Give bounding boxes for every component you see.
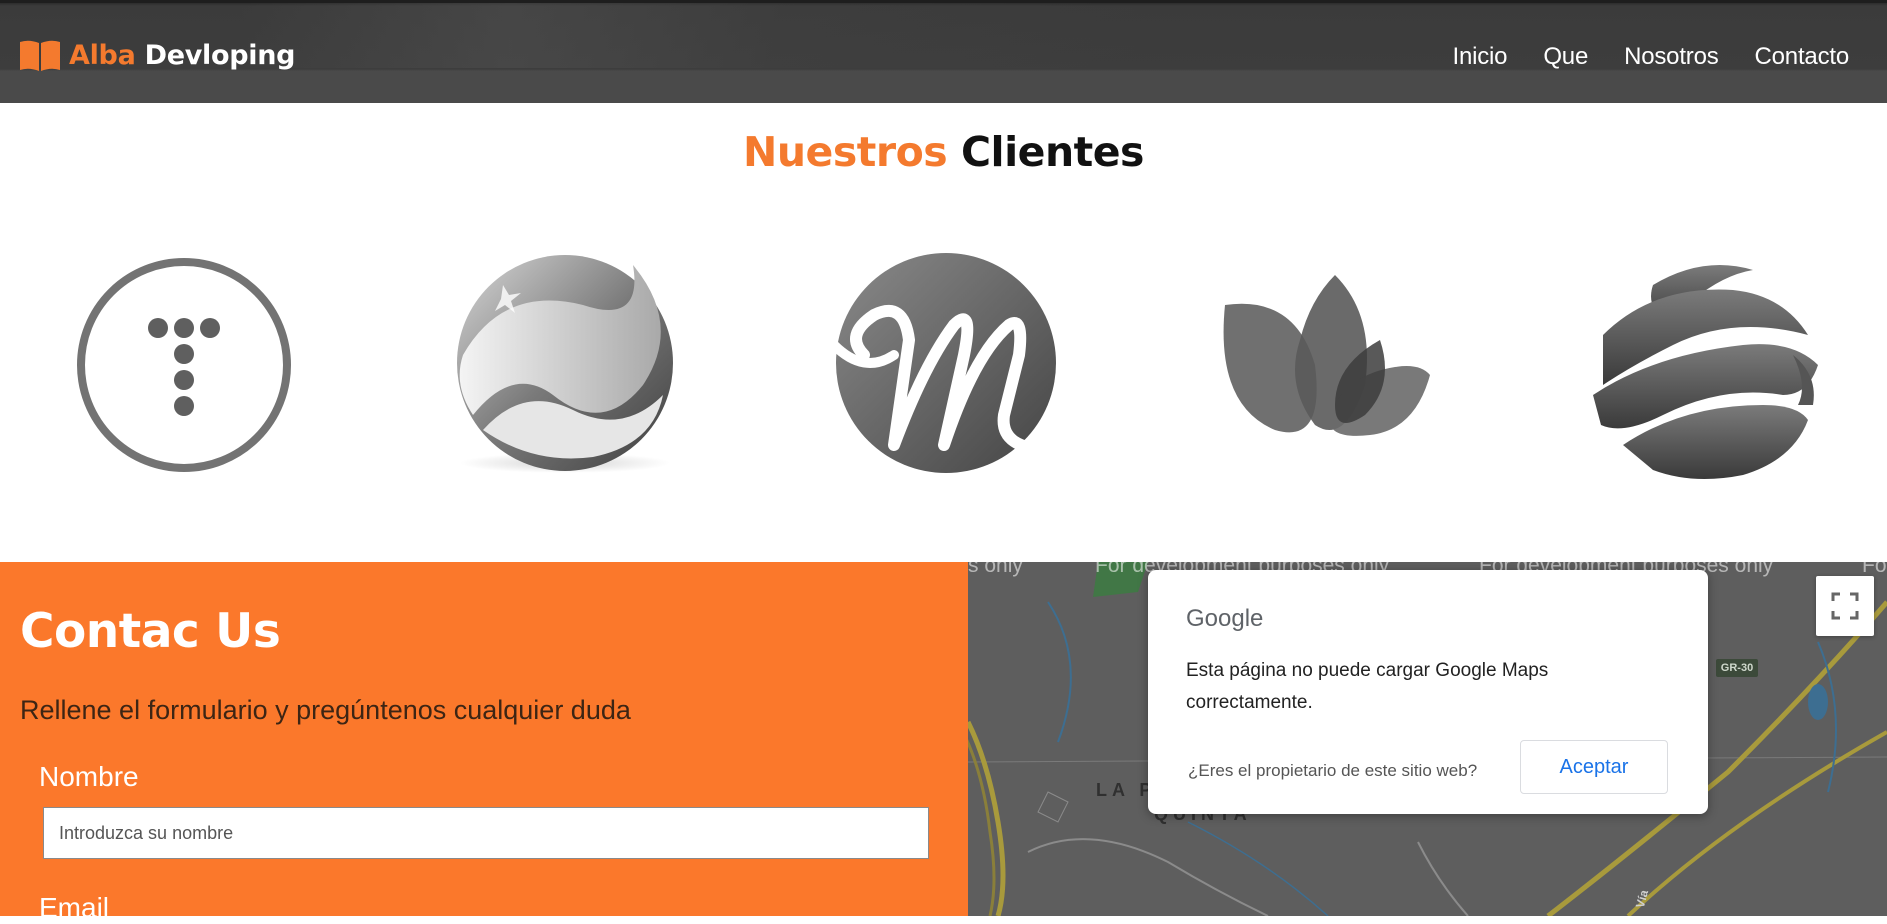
- nav-item-contacto[interactable]: Contacto: [1755, 43, 1850, 71]
- google-logo: Google: [1186, 605, 1264, 632]
- t-dots-logo: [64, 245, 304, 490]
- clients-title: Nuestros Clientes: [0, 128, 1887, 176]
- map-embed[interactable]: s only For development purposes only For…: [968, 562, 1887, 916]
- maps-error-message: Esta página no puede cargar Google Maps …: [1186, 660, 1549, 713]
- contact-subtitle: Rellene el formulario y pregúntenos cual…: [20, 695, 631, 725]
- name-label: Nombre: [39, 761, 139, 792]
- road-badge: GR-30: [1716, 659, 1758, 677]
- main-nav: Inicio Que Nosotros Contacto: [1417, 43, 1850, 71]
- m-script-logo: [824, 245, 1064, 490]
- accept-button[interactable]: Aceptar: [1520, 740, 1668, 794]
- brand-name: Alba Devloping: [69, 40, 295, 71]
- name-input[interactable]: [43, 807, 929, 859]
- ribbon-sphere-logo: [1583, 245, 1823, 490]
- owner-question: ¿Eres el propietario de este sitio web?: [1188, 761, 1478, 780]
- brand[interactable]: Alba Devloping: [19, 38, 295, 72]
- clients-title-accent: Nuestros: [743, 128, 948, 176]
- contact-title: Contac Us: [20, 604, 281, 659]
- nav-item-que[interactable]: Que: [1543, 43, 1588, 71]
- fullscreen-button[interactable]: [1816, 576, 1874, 636]
- brand-name-accent: Alba: [69, 39, 136, 71]
- nav-item-nosotros[interactable]: Nosotros: [1624, 43, 1719, 71]
- maps-error-dialog: Google Esta página no puede cargar Googl…: [1148, 570, 1708, 814]
- contact-section: Contac Us Rellene el formulario y pregún…: [0, 562, 968, 923]
- brand-name-rest: Devloping: [144, 39, 296, 71]
- clients-title-rest: Clientes: [960, 128, 1145, 176]
- email-label: Email: [39, 892, 110, 923]
- fullscreen-icon: [1831, 592, 1859, 620]
- site-header: Alba Devloping Inicio Que Nosotros Conta…: [0, 0, 1887, 103]
- swirl-sphere-logo: [443, 245, 683, 490]
- leaves-logo: [1205, 245, 1445, 490]
- header-background-image: [240, 3, 1140, 68]
- nav-item-inicio[interactable]: Inicio: [1453, 43, 1508, 71]
- dev-watermark: s only: [968, 562, 1023, 577]
- open-book-icon: [20, 40, 60, 71]
